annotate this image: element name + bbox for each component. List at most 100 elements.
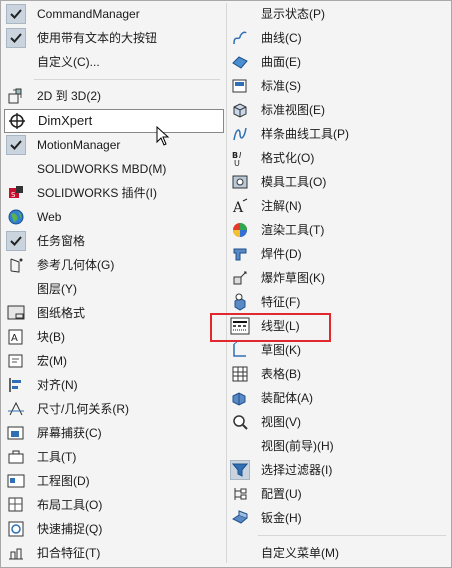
check-icon xyxy=(6,4,26,24)
menu-item-fastening-features[interactable]: 扣合特征(T) xyxy=(4,542,224,564)
annotation-icon: A xyxy=(230,196,250,216)
2d-to-3d-icon xyxy=(6,86,26,106)
menu-item-reference-geometry[interactable]: 参考几何体(G) xyxy=(4,254,224,276)
menu-item-view[interactable]: 视图(V) xyxy=(228,411,450,433)
dimxpert-icon xyxy=(7,111,27,131)
menu-item-label: MotionManager xyxy=(37,138,121,152)
menu-item-surfaces[interactable]: 曲面(E) xyxy=(228,51,450,73)
menu-item-label: 注解(N) xyxy=(261,199,302,213)
selection-filter-icon xyxy=(230,460,250,480)
menu-item-screen-capture[interactable]: 屏幕捕获(C) xyxy=(4,422,224,444)
menu-item-dimensions-relations[interactable]: 尺寸/几何关系(R) xyxy=(4,398,224,420)
standard-views-icon xyxy=(230,100,250,120)
render-icon xyxy=(230,220,250,240)
menu-item-assembly[interactable]: 装配体(A) xyxy=(228,387,450,409)
weldment-icon xyxy=(230,244,250,264)
menu-item-2d-to-3d[interactable]: 2D 到 3D(2) xyxy=(4,85,224,107)
menu-item-label: SOLIDWORKS MBD(M) xyxy=(37,162,167,176)
menu-item-tables[interactable]: 表格(B) xyxy=(228,363,450,385)
menu-item-commandmanager[interactable]: CommandManager xyxy=(4,3,224,25)
highlight-box xyxy=(210,313,331,342)
menu-item-label: DimXpert xyxy=(38,113,93,128)
menu-item-large-buttons-text[interactable]: 使用带有文本的大按钮 xyxy=(4,27,224,49)
layout-icon xyxy=(6,495,26,515)
menu-item-standard[interactable]: 标准(S) xyxy=(228,75,450,97)
menu-item-label: CommandManager xyxy=(37,7,140,21)
menu-item-customize[interactable]: 自定义(C)... xyxy=(4,51,224,73)
menu-item-label: 工程图(D) xyxy=(37,474,90,488)
menu-item-task-pane[interactable]: 任务窗格 xyxy=(4,230,224,252)
spline-icon xyxy=(230,124,250,144)
menu-item-label: 标准(S) xyxy=(261,79,301,93)
menu-item-explode-sketch[interactable]: 爆炸草图(K) xyxy=(228,267,450,289)
menu-item-quick-snaps[interactable]: 快速捕捉(Q) xyxy=(4,518,224,540)
format-icon: BIU xyxy=(230,148,250,168)
view-icon xyxy=(230,412,250,432)
menu-item-drawing[interactable]: 工程图(D) xyxy=(4,470,224,492)
menu-item-label: 布局工具(O) xyxy=(37,498,103,512)
configuration-icon xyxy=(230,484,250,504)
menu-item-label: 特征(F) xyxy=(261,295,301,309)
macro-icon xyxy=(6,351,26,371)
column-divider xyxy=(226,3,227,563)
menu-item-standard-views[interactable]: 标准视图(E) xyxy=(228,99,450,121)
menu-item-annotation[interactable]: A 注解(N) xyxy=(228,195,450,217)
menu-item-label: 扣合特征(T) xyxy=(37,546,101,560)
menu-item-motionmanager[interactable]: MotionManager xyxy=(4,134,224,156)
mold-icon xyxy=(230,172,250,192)
menu-item-label: 配置(U) xyxy=(261,487,302,501)
svg-text:U: U xyxy=(234,159,240,167)
menu-item-label: 选择过滤器(I) xyxy=(261,463,333,477)
menu-item-weldments[interactable]: 焊件(D) xyxy=(228,243,450,265)
menu-item-label: 使用带有文本的大按钮 xyxy=(37,31,158,45)
menu-item-label: 屏幕捕获(C) xyxy=(37,426,102,440)
reference-geometry-icon xyxy=(6,255,26,275)
check-icon xyxy=(6,231,26,251)
menu-item-view-heads-up[interactable]: 视图(前导)(H) xyxy=(228,435,450,457)
menu-item-dimxpert[interactable]: DimXpert xyxy=(4,109,224,133)
menu-item-label: 装配体(A) xyxy=(261,391,313,405)
menu-item-render-tools[interactable]: 渲染工具(T) xyxy=(228,219,450,241)
menu-item-label: 自定义菜单(M) xyxy=(261,546,339,560)
menu-item-label: 尺寸/几何关系(R) xyxy=(37,402,129,416)
svg-text:A: A xyxy=(232,200,244,215)
check-icon xyxy=(6,135,26,155)
menu-item-solidworks-mbd[interactable]: SOLIDWORKS MBD(M) xyxy=(4,158,224,180)
menu-item-layout-tools[interactable]: 布局工具(O) xyxy=(4,494,224,516)
menu-item-sketch[interactable]: 草图(K) xyxy=(228,339,450,361)
menu-item-sheet-metal[interactable]: 钣金(H) xyxy=(228,507,450,529)
sketch-icon xyxy=(230,340,250,360)
menu-item-label: 快速捕捉(Q) xyxy=(37,522,103,536)
menu-item-label: 任务窗格 xyxy=(37,234,86,248)
separator xyxy=(258,535,446,536)
menu-item-align[interactable]: 对齐(N) xyxy=(4,374,224,396)
menu-item-tools[interactable]: 工具(T) xyxy=(4,446,224,468)
menu-item-selection-filter[interactable]: 选择过滤器(I) xyxy=(228,459,450,481)
menu-item-label: 爆炸草图(K) xyxy=(261,271,325,285)
quick-snap-icon xyxy=(6,519,26,539)
menu-item-label: 图纸格式 xyxy=(37,306,86,320)
menu-item-mold-tools[interactable]: 模具工具(O) xyxy=(228,171,450,193)
menu-item-curves[interactable]: 曲线(C) xyxy=(228,27,450,49)
menu-item-spline-tools[interactable]: 样条曲线工具(P) xyxy=(228,123,450,145)
menu-item-customize-menu[interactable]: 自定义菜单(M) xyxy=(228,542,450,564)
menu-item-formatting[interactable]: BIU 格式化(O) xyxy=(228,147,450,169)
sheet-format-icon xyxy=(6,303,26,323)
mouse-cursor-icon xyxy=(156,126,170,146)
menu-item-label: 自定义(C)... xyxy=(37,55,100,69)
menu-item-solidworks-addins[interactable]: S SOLIDWORKS 插件(I) xyxy=(4,182,224,204)
menu-item-web[interactable]: Web xyxy=(4,206,224,228)
menu-item-display-states[interactable]: 显示状态(P) xyxy=(228,3,450,25)
menu-item-macro[interactable]: 宏(M) xyxy=(4,350,224,372)
menu-item-label: 草图(K) xyxy=(261,343,301,357)
svg-text:S: S xyxy=(11,191,16,199)
menu-item-sheet-format[interactable]: 图纸格式 xyxy=(4,302,224,324)
menu-item-label: 曲线(C) xyxy=(261,31,302,45)
menu-item-configuration[interactable]: 配置(U) xyxy=(228,483,450,505)
menu-item-label: 标准视图(E) xyxy=(261,103,325,117)
menu-item-features[interactable]: 特征(F) xyxy=(228,291,450,313)
standard-icon xyxy=(230,76,250,96)
menu-item-blocks[interactable]: A 块(B) xyxy=(4,326,224,348)
menu-item-label: 2D 到 3D(2) xyxy=(37,89,102,103)
menu-item-layers[interactable]: 图层(Y) xyxy=(4,278,224,300)
